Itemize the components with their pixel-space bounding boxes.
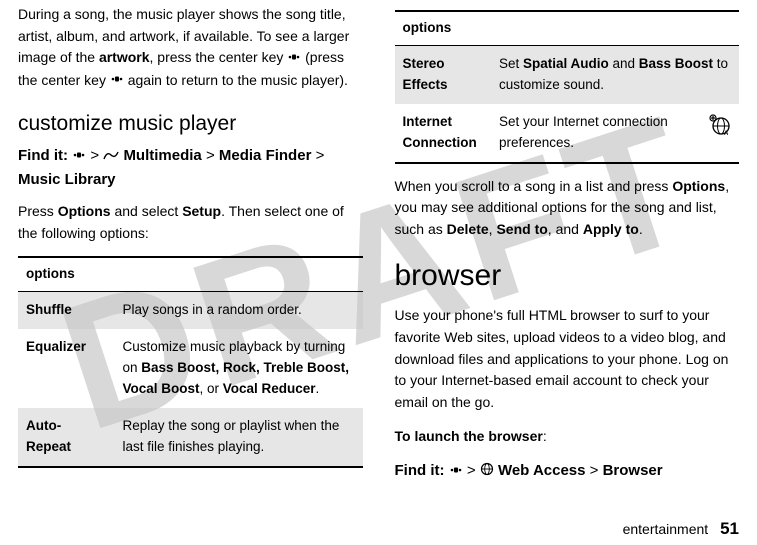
browser-heading: browser (395, 253, 740, 300)
option-name: Internet Connection (395, 104, 491, 163)
scroll-delete: Delete (447, 221, 489, 237)
page-footer: entertainment 51 (623, 519, 739, 539)
center-key-icon (72, 145, 86, 168)
path-multimedia: Multimedia (123, 147, 201, 164)
scroll-text-1: When you scroll to a song in a list and … (395, 178, 673, 194)
option-desc: Replay the song or playlist when the las… (114, 408, 362, 467)
globe-cell: A (699, 104, 739, 163)
eq-opts2: Vocal Reducer (223, 381, 316, 396)
scroll-paragraph: When you scroll to a song in a list and … (395, 176, 740, 241)
se-b2: Bass Boost (639, 56, 713, 71)
left-column: During a song, the music player shows th… (18, 4, 363, 493)
intro-text-4: again to return to the music player). (124, 72, 348, 88)
eq-post: . (316, 381, 320, 396)
customize-heading: customize music player (18, 108, 363, 141)
option-name: Shuffle (18, 292, 114, 329)
option-desc: Set Spatial Audio and Bass Boost to cust… (491, 45, 739, 103)
footer-page-number: 51 (720, 519, 739, 538)
options-header: options (18, 257, 363, 291)
table-row: Shuffle Play songs in a random order. (18, 292, 363, 329)
find-it-label: Find it: (18, 147, 68, 164)
option-desc: Play songs in a random order. (114, 292, 362, 329)
scroll-sendto: Send to (496, 221, 547, 237)
path-browser: Browser (603, 462, 663, 479)
center-key-icon (449, 460, 463, 483)
options-table-left: options Shuffle Play songs in a random o… (18, 256, 363, 467)
scroll-applyto: Apply to (583, 221, 639, 237)
eq-mid: , or (199, 381, 222, 396)
browser-paragraph: Use your phone's full HTML browser to su… (395, 305, 740, 413)
find-it-line: Find it: > Multimedia > Media Finder > M… (18, 144, 363, 191)
find-it-browser: Find it: > Web Access > Browser (395, 459, 740, 483)
table-row: Auto- Repeat Replay the song or playlist… (18, 408, 363, 467)
center-key-icon (110, 70, 124, 92)
web-icon (480, 460, 494, 483)
scroll-options: Options (672, 178, 725, 194)
press-options-word: Options (58, 203, 111, 219)
option-name: Auto- Repeat (18, 408, 114, 467)
options-header: options (395, 11, 740, 45)
options-table-right: options Stereo Effects Set Spatial Audio… (395, 10, 740, 164)
table-row: Stereo Effects Set Spatial Audio and Bas… (395, 45, 740, 103)
option-desc: Set your Internet connection preferences… (491, 104, 699, 163)
launch-label: To launch the browser (395, 428, 543, 444)
press-text-2: and select (111, 203, 183, 219)
multimedia-icon (103, 145, 119, 168)
option-name: Equalizer (18, 329, 114, 408)
right-column: options Stereo Effects Set Spatial Audio… (395, 4, 740, 493)
se-b1: Spatial Audio (523, 56, 609, 71)
path-web-access: Web Access (498, 462, 586, 479)
option-desc: Customize music playback by turning on B… (114, 329, 362, 408)
se-mid: and (609, 56, 639, 71)
svg-text:A: A (724, 131, 729, 136)
press-text-1: Press (18, 203, 58, 219)
artwork-word: artwork (99, 49, 150, 65)
footer-section: entertainment (623, 521, 709, 537)
option-name: Stereo Effects (395, 45, 491, 103)
table-row: Equalizer Customize music playback by tu… (18, 329, 363, 408)
path-music-library: Music Library (18, 171, 116, 188)
intro-paragraph: During a song, the music player shows th… (18, 4, 363, 92)
table-row: Internet Connection Set your Internet co… (395, 104, 740, 163)
launch-line: To launch the browser: (395, 426, 740, 448)
se-pre: Set (499, 56, 523, 71)
press-setup-word: Setup (182, 203, 221, 219)
press-options-paragraph: Press Options and select Setup. Then sel… (18, 201, 363, 244)
page-content: During a song, the music player shows th… (0, 0, 757, 493)
globe-icon: A (707, 112, 731, 143)
center-key-icon (287, 48, 301, 70)
path-media-finder: Media Finder (219, 147, 312, 164)
find-it-label: Find it: (395, 462, 445, 479)
intro-text-2: , press the center key (150, 49, 288, 65)
